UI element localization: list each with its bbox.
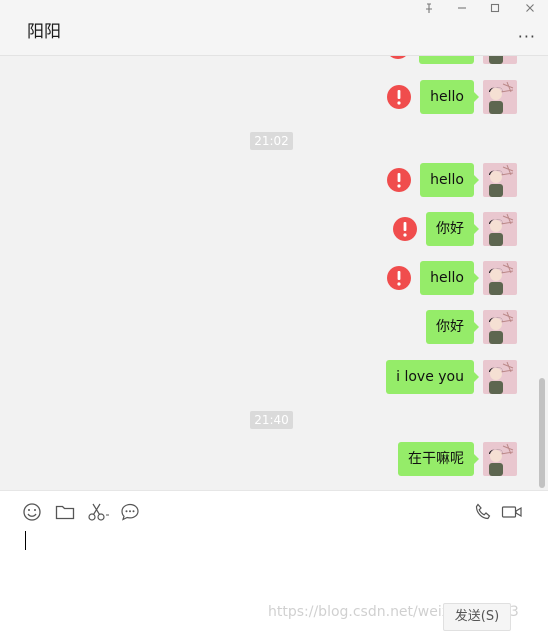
message-bubble[interactable]: 你好 [426,310,479,344]
more-options-button[interactable]: ··· [518,27,536,46]
pin-button[interactable] [414,0,444,16]
minimize-button[interactable] [447,0,477,16]
file-button[interactable] [54,501,76,523]
emoji-icon [23,503,41,521]
maximize-button[interactable] [480,0,510,16]
emoji-button[interactable] [21,501,43,523]
avatar[interactable] [483,261,517,295]
message-input[interactable] [25,531,26,550]
message-bubble[interactable]: i love you [386,360,479,394]
title-bar: 阳阳 ··· [0,0,548,56]
video-camera-icon [501,506,522,518]
scrollbar[interactable] [539,378,545,488]
scissors-icon [88,503,109,521]
chat-title: 阳阳 [27,22,61,42]
message-row: hello [386,261,517,295]
avatar[interactable] [483,56,517,64]
send-failed-icon[interactable] [386,265,412,291]
message-bubble[interactable] [419,56,474,64]
folder-icon [55,505,75,520]
avatar[interactable] [483,212,517,246]
message-row: i love you [386,360,517,394]
avatar[interactable] [483,80,517,114]
maximize-icon [490,3,500,13]
avatar[interactable] [483,360,517,394]
avatar[interactable] [483,163,517,197]
message-bubble[interactable]: hello [420,80,479,114]
send-failed-icon[interactable] [392,216,418,242]
message-row: 在干嘛呢 [398,442,517,476]
error-icon[interactable] [385,56,411,60]
screenshot-button[interactable] [86,501,112,523]
pin-icon [426,2,432,13]
message-bubble[interactable]: hello [420,163,479,197]
video-call-button[interactable] [500,501,524,523]
avatar[interactable] [483,442,517,476]
chat-bubble-icon [121,503,139,521]
close-button[interactable] [515,0,545,16]
message-row-partial [385,56,517,64]
minimize-icon [458,7,466,9]
phone-icon [475,503,491,520]
message-list[interactable]: hello 21:02 hello 你好 hello 你好 i love you 21:40 在… [0,56,548,490]
message-bubble[interactable]: hello [420,261,479,295]
timestamp: 21:40 [250,411,293,429]
chat-history-button[interactable] [119,501,141,523]
send-failed-icon[interactable] [386,167,412,193]
composer: https://blog.csdn.net/weixin_44 263 发送(S… [0,490,548,632]
timestamp: 21:02 [250,132,293,150]
avatar[interactable] [483,310,517,344]
message-row: 你好 [392,212,517,246]
message-row: hello [386,80,517,114]
message-bubble[interactable]: 你好 [426,212,479,246]
voice-call-button[interactable] [472,501,494,523]
send-button[interactable]: 发送(S) [443,603,511,631]
message-bubble[interactable]: 在干嘛呢 [398,442,479,476]
message-row: 你好 [426,310,517,344]
close-icon [526,4,534,12]
send-failed-icon[interactable] [386,84,412,110]
message-row: hello [386,163,517,197]
